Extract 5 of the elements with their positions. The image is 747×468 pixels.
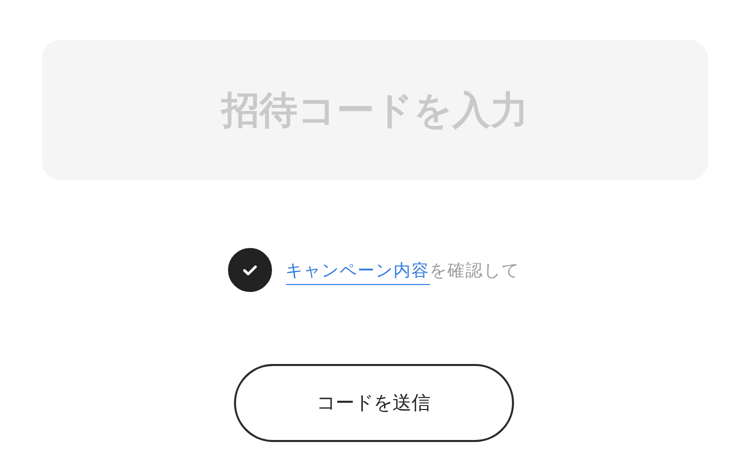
checkbox[interactable] xyxy=(228,248,272,292)
campaign-link[interactable]: キャンペーン内容 xyxy=(286,260,430,284)
consent-text: キャンペーン内容 を確認して xyxy=(286,258,520,282)
checkmark-icon xyxy=(242,264,256,276)
submit-button[interactable]: コードを送信 xyxy=(234,364,514,442)
